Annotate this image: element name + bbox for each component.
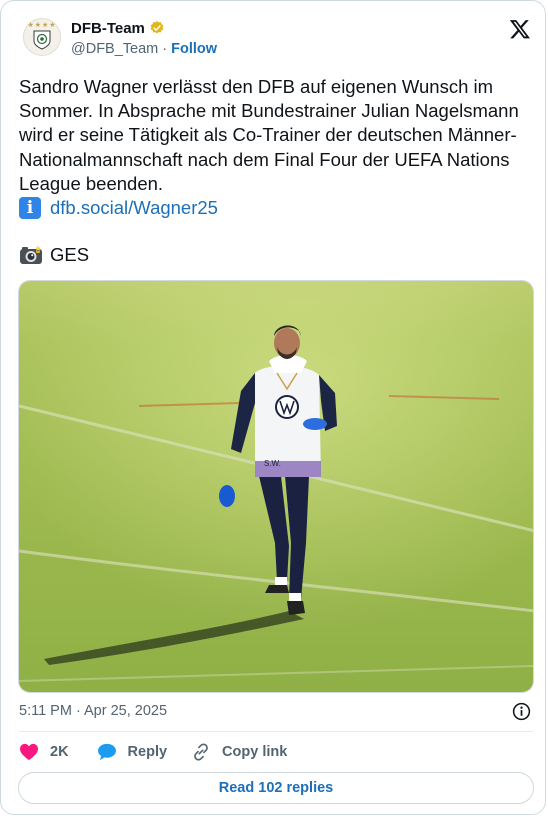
photo-training-scene: S.W. [19,281,533,692]
stars-icon: ★★★★ [27,22,57,29]
x-logo-icon[interactable] [509,18,531,40]
tweet-body: Sandro Wagner verlässt den DFB auf eigen… [19,75,529,220]
shirt-initials: S.W. [264,459,281,468]
copy-link-label: Copy link [222,744,288,760]
handle[interactable]: @DFB_Team [71,41,158,57]
author-names: DFB-Team @DFB_Team · Follow [71,18,217,59]
reply-button[interactable]: Reply [97,743,192,761]
info-icon[interactable] [512,702,531,721]
verified-badge-icon [150,21,164,34]
photo-credit-line: GES [19,244,89,266]
copy-link-button[interactable]: Copy link [191,742,287,762]
read-replies-button[interactable]: Read 102 replies [18,772,534,804]
tweet-photo[interactable]: S.W. [18,280,534,693]
tweet-header: ★★★★ DFB-Team @DFB_Team · Follow [19,15,533,65]
divider [19,731,533,732]
follow-button[interactable]: Follow [171,41,217,57]
like-button[interactable]: 2K [19,743,97,761]
information-emoji-icon: i [19,197,41,220]
timestamp[interactable]: 5:11 PM · Apr 25, 2025 [19,703,167,719]
photo-credit: GES [50,244,90,265]
action-bar: 2K Reply Copy link [19,741,287,763]
timestamp-row: 5:11 PM · Apr 25, 2025 [19,701,533,723]
dfb-crest-icon [33,30,51,50]
tweet-link[interactable]: dfb.social/Wagner25 [50,196,218,220]
tweet-card: ★★★★ DFB-Team @DFB_Team · Follow Sandro … [0,0,546,815]
heart-icon [20,743,38,761]
avatar[interactable]: ★★★★ [23,18,61,56]
link-icon [194,743,208,761]
separator: · [162,41,168,57]
tweet-text: Sandro Wagner verlässt den DFB auf eigen… [19,76,524,194]
like-count: 2K [50,744,69,760]
display-name[interactable]: DFB-Team [71,20,145,37]
reply-label: Reply [127,744,168,760]
camera-emoji-icon [20,245,42,264]
speech-bubble-icon [97,743,116,761]
